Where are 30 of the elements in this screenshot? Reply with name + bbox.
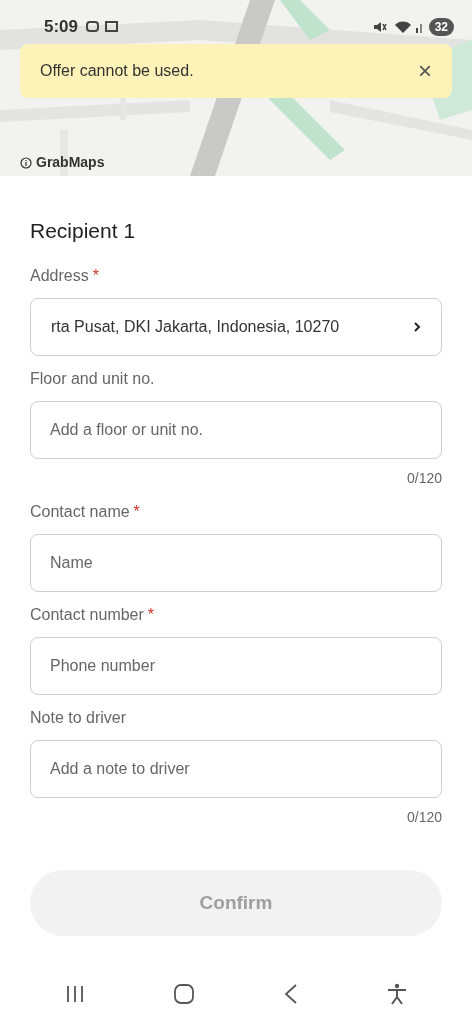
wifi-icon — [394, 20, 411, 33]
field-label: Contact number — [30, 605, 144, 625]
character-counter: 0/120 — [406, 808, 442, 827]
input-field[interactable]: Name — [30, 534, 442, 592]
back-icon[interactable] — [283, 984, 298, 1004]
toast-message: Offer cannot be used. — [40, 61, 195, 81]
screenshot-icon — [86, 21, 100, 33]
recent-apps-icon[interactable] — [64, 985, 85, 1003]
input-field[interactable]: Add a note to driver — [30, 740, 442, 798]
window-icon — [105, 21, 119, 33]
status-time: 5:09 — [44, 16, 79, 38]
mute-icon — [372, 20, 387, 33]
required-mark: * — [147, 605, 155, 625]
input-field[interactable]: Phone number — [30, 637, 442, 695]
chevron-icon — [413, 321, 421, 333]
map-attribution: GrabMaps — [36, 153, 105, 172]
required-mark: * — [92, 266, 99, 286]
close-button[interactable]: × — [418, 59, 432, 83]
info-icon — [20, 156, 32, 169]
home-icon[interactable] — [174, 984, 195, 1004]
character-counter: 0/120 — [406, 469, 442, 488]
required-mark: * — [133, 502, 140, 522]
field-label: Contact name — [30, 502, 130, 522]
input-field[interactable]: Add a floor or unit no. — [30, 401, 442, 459]
field-label: Address — [30, 266, 89, 286]
recipient-title: Recipient 1 — [30, 218, 137, 244]
accessibility-icon[interactable] — [387, 983, 408, 1005]
field-label: Floor and unit no. — [30, 369, 155, 389]
address-field[interactable]: rta Pusat, DKI Jakarta, Indonesia, 10270 — [30, 298, 442, 356]
field-label: Note to driver — [30, 708, 127, 728]
